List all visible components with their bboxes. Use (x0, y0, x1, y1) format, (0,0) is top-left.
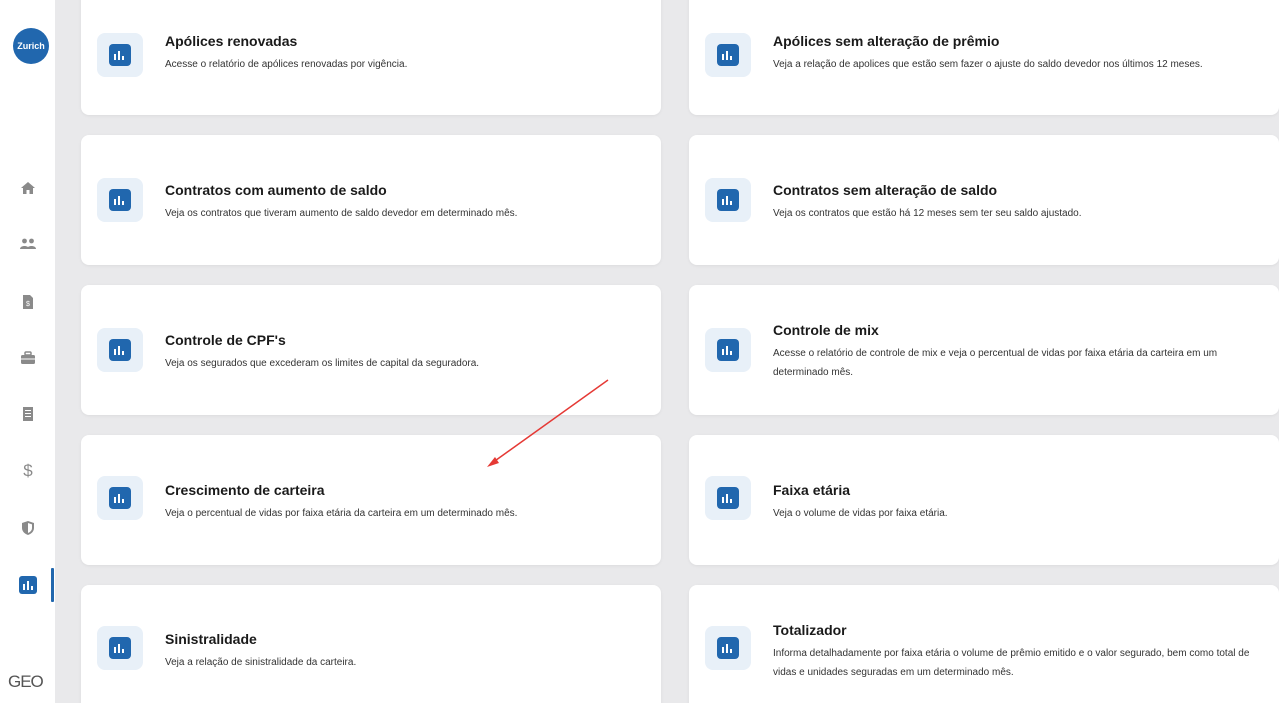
report-icon-box (97, 476, 143, 520)
dollar-icon: $ (23, 461, 33, 479)
svg-text:$: $ (26, 301, 30, 308)
bar-chart-icon (717, 189, 739, 211)
bar-chart-icon (717, 637, 739, 659)
report-icon-box (705, 178, 751, 222)
reports-icon (18, 576, 37, 594)
card-totalizador[interactable]: Totalizador Informa detalhadamente por f… (689, 585, 1279, 703)
nav-reports[interactable] (0, 565, 55, 605)
card-description: Veja o percentual de vidas por faixa etá… (165, 508, 518, 519)
card-faixa-etaria[interactable]: Faixa etária Veja o volume de vidas por … (689, 435, 1279, 565)
bar-chart-icon (109, 44, 131, 66)
card-title: Sinistralidade (165, 631, 257, 647)
report-icon-box (705, 328, 751, 372)
card-contratos-sem-alteracao[interactable]: Contratos sem alteração de saldo Veja os… (689, 135, 1279, 265)
bar-chart-icon (109, 339, 131, 361)
bar-chart-icon (717, 44, 739, 66)
card-title: Apólices sem alteração de prêmio (773, 33, 1000, 49)
card-description: Veja os contratos que estão há 12 meses … (773, 208, 1082, 219)
card-title: Controle de CPF's (165, 332, 286, 348)
card-title: Faixa etária (773, 482, 851, 498)
invoice-icon: $ (22, 295, 33, 309)
users-icon (19, 238, 36, 249)
card-sinistralidade[interactable]: Sinistralidade Veja a relação de sinistr… (81, 585, 661, 703)
geo-logo-text: GEO (8, 672, 44, 691)
nav-invoice[interactable]: $ (0, 282, 55, 322)
card-apolices-sem-alteracao[interactable]: Apólices sem alteração de prêmio Veja a … (689, 0, 1279, 115)
card-description: Veja a relação de sinistralidade da cart… (165, 657, 357, 668)
card-title: Totalizador (773, 622, 847, 638)
sidebar: Zurich $ $ GEO (0, 0, 55, 703)
bar-chart-icon (717, 487, 739, 509)
svg-text:$: $ (23, 461, 33, 479)
card-crescimento-carteira[interactable]: Crescimento de carteira Veja o percentua… (81, 435, 661, 565)
card-contratos-aumento[interactable]: Contratos com aumento de saldo Veja os c… (81, 135, 661, 265)
report-icon-box (705, 33, 751, 77)
bar-chart-icon (109, 189, 131, 211)
card-description: Veja os segurados que excederam os limit… (165, 358, 480, 369)
card-description: Veja os contratos que tiveram aumento de… (165, 208, 518, 219)
card-controle-cpf[interactable]: Controle de CPF's Veja os segurados que … (81, 285, 661, 415)
report-icon-box (705, 626, 751, 670)
bar-chart-icon (717, 339, 739, 361)
nav-documents[interactable] (0, 394, 55, 434)
card-description: Acesse o relatório de apólices renovadas… (165, 59, 408, 70)
bar-chart-icon (109, 487, 131, 509)
shield-icon (21, 521, 34, 535)
card-description: Veja a relação de apolices que estão sem… (773, 59, 1203, 70)
active-indicator (51, 568, 54, 602)
card-apolices-renovadas[interactable]: Apólices renovadas Acesse o relatório de… (81, 0, 661, 115)
report-icon-box (705, 476, 751, 520)
report-icon-box (97, 33, 143, 77)
card-controle-mix[interactable]: Controle de mix Acesse o relatório de co… (689, 285, 1279, 415)
bar-chart-icon (109, 637, 131, 659)
card-title: Contratos sem alteração de saldo (773, 182, 998, 198)
card-title: Apólices renovadas (165, 33, 298, 49)
document-icon (22, 407, 33, 421)
card-description: Acesse o relatório de controle de mix e … (773, 348, 1218, 378)
zurich-logo[interactable]: Zurich (13, 28, 49, 64)
report-icon-box (97, 178, 143, 222)
nav-financial[interactable]: $ (0, 450, 55, 490)
home-icon (20, 182, 35, 194)
card-description: Veja o volume de vidas por faixa etária. (773, 508, 948, 519)
card-title: Contratos com aumento de saldo (165, 182, 387, 198)
nav-claims[interactable] (0, 508, 55, 548)
nav-portfolio[interactable] (0, 338, 55, 378)
card-title: Controle de mix (773, 322, 879, 338)
card-description: Informa detalhadamente por faixa etária … (773, 648, 1250, 678)
card-title: Crescimento de carteira (165, 482, 325, 498)
logo-text: Zurich (17, 41, 45, 51)
report-icon-box (97, 328, 143, 372)
nav-home[interactable] (0, 168, 55, 208)
nav-users[interactable] (0, 224, 55, 264)
briefcase-icon (20, 351, 35, 364)
geo-logo: GEO (8, 672, 44, 692)
report-icon-box (97, 626, 143, 670)
